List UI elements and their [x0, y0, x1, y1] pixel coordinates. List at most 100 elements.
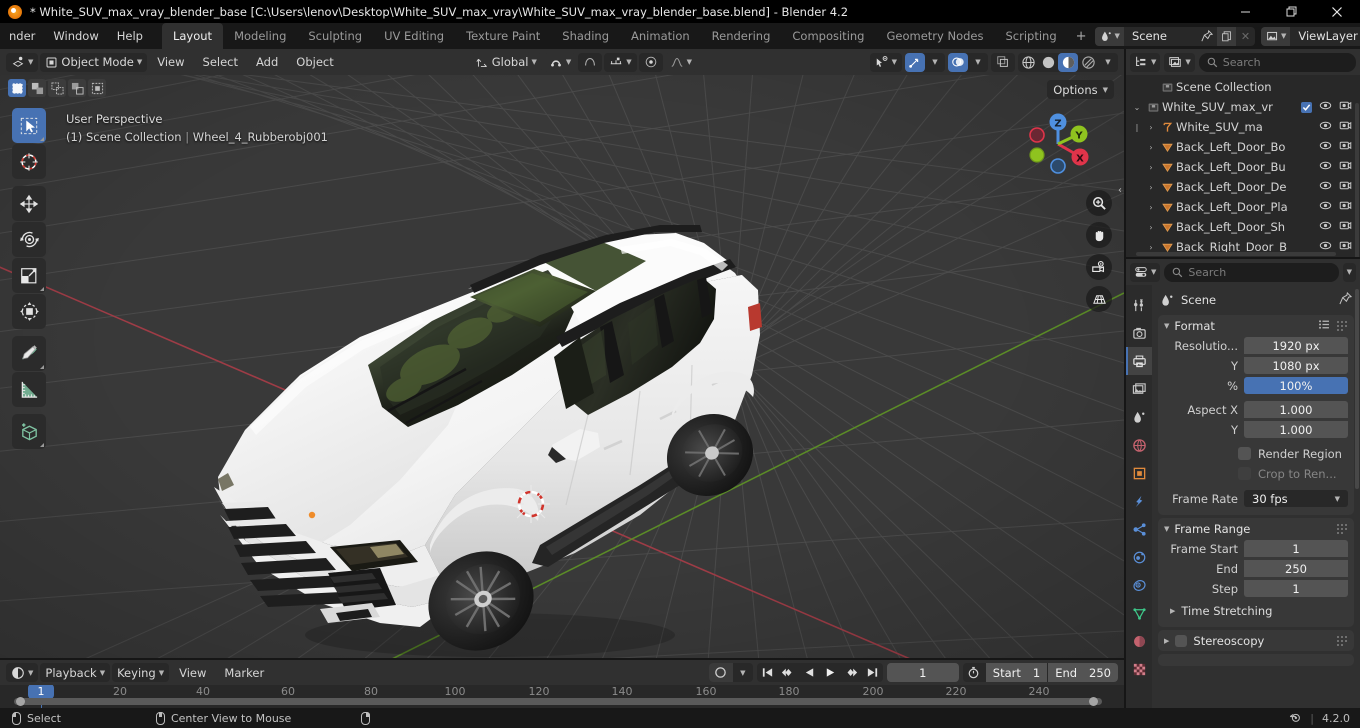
- properties-scrollbar[interactable]: [1355, 289, 1359, 489]
- visibility-eye-icon[interactable]: [1319, 199, 1332, 215]
- outliner-row-mesh[interactable]: › Back_Left_Door_De: [1126, 177, 1360, 197]
- tab-modifiers[interactable]: [1126, 487, 1152, 515]
- outliner-horizontal-scrollbar[interactable]: [1136, 252, 1336, 256]
- editor-type-button[interactable]: ▼: [6, 52, 39, 72]
- tool-add-cube[interactable]: [12, 414, 46, 449]
- outliner-row-white-suv-object[interactable]: | › White_SUV_ma: [1126, 117, 1360, 137]
- tab-geometry-nodes[interactable]: Geometry Nodes: [875, 26, 994, 47]
- tool-measure[interactable]: [12, 372, 46, 407]
- disclosure-triangle[interactable]: ›: [1144, 223, 1158, 232]
- shading-solid-button[interactable]: [1038, 53, 1058, 72]
- disclosure-triangle[interactable]: ⌄: [1130, 103, 1144, 112]
- jump-to-start-button[interactable]: [757, 663, 778, 682]
- tab-animation[interactable]: Animation: [620, 26, 701, 47]
- transform-orientation-selector[interactable]: Global ▼: [470, 52, 542, 72]
- tool-cursor[interactable]: [12, 144, 46, 179]
- tool-move[interactable]: [12, 186, 46, 221]
- render-camera-icon[interactable]: [1339, 119, 1352, 135]
- properties-options-button[interactable]: ▼: [1342, 262, 1356, 282]
- viewport-menu-select[interactable]: Select: [195, 49, 246, 75]
- render-camera-icon[interactable]: [1339, 159, 1352, 175]
- tab-texture-paint[interactable]: Texture Paint: [455, 26, 551, 47]
- pin-id-icon[interactable]: [1339, 291, 1353, 308]
- panel-drag-handle[interactable]: [1336, 635, 1348, 647]
- select-invert-button[interactable]: [68, 79, 86, 97]
- tab-render[interactable]: [1126, 319, 1152, 347]
- outliner-row-mesh[interactable]: › Back_Left_Door_Pla: [1126, 197, 1360, 217]
- tab-output[interactable]: [1126, 347, 1152, 375]
- navigation-gizmo[interactable]: Z Y X: [1022, 108, 1094, 180]
- tab-data[interactable]: [1126, 599, 1152, 627]
- viewport-menu-object[interactable]: Object: [288, 49, 341, 75]
- next-keyframe-button[interactable]: [841, 663, 862, 682]
- disclosure-triangle[interactable]: ›: [1144, 163, 1158, 172]
- tab-view-layer[interactable]: [1126, 375, 1152, 403]
- aspect-x-field[interactable]: 1.000: [1244, 401, 1348, 418]
- auto-keying-dropdown[interactable]: ▼: [733, 663, 753, 682]
- format-panel-header[interactable]: ▼ Format: [1158, 315, 1354, 336]
- outliner-editor-type-button[interactable]: ▼: [1130, 52, 1161, 72]
- area-divider-right-horizontal[interactable]: [1126, 257, 1360, 259]
- collection-checkbox[interactable]: [1301, 101, 1312, 113]
- playhead-frame-indicator[interactable]: 1: [28, 685, 54, 699]
- frame-end-field[interactable]: 250: [1244, 560, 1348, 577]
- overlays-toggle[interactable]: [948, 52, 968, 72]
- pin-scene-icon[interactable]: [1198, 27, 1217, 46]
- viewport-menu-view[interactable]: View: [149, 49, 192, 75]
- add-workspace-button[interactable]: +: [1068, 29, 1095, 44]
- tab-world[interactable]: [1126, 431, 1152, 459]
- unlink-scene-button[interactable]: ✕: [1236, 27, 1255, 46]
- stereoscopy-panel[interactable]: ▶ Stereoscopy: [1158, 630, 1354, 651]
- resolution-x-field[interactable]: 1920 px: [1244, 337, 1348, 354]
- frame-range-panel-header[interactable]: ▼ Frame Range: [1158, 518, 1354, 539]
- suv-3d-model[interactable]: [0, 75, 1124, 660]
- panel-drag-handle[interactable]: [1336, 523, 1348, 535]
- snap-increment-button[interactable]: ▼: [604, 52, 637, 72]
- sidebar-collapse-arrow-icon[interactable]: ‹: [1118, 185, 1122, 196]
- scrollbar-left-handle[interactable]: [16, 697, 25, 706]
- disclosure-triangle[interactable]: ›: [1144, 243, 1158, 252]
- visibility-eye-icon[interactable]: [1319, 159, 1332, 175]
- object-mode-selector[interactable]: Object Mode ▼: [40, 52, 148, 72]
- end-frame-field[interactable]: End 250: [1048, 663, 1118, 682]
- viewlayer-icon[interactable]: ▼: [1260, 26, 1291, 46]
- visibility-eye-icon[interactable]: [1319, 219, 1332, 235]
- menu-blender[interactable]: nder: [0, 23, 44, 49]
- shading-rendered-button[interactable]: [1078, 53, 1098, 72]
- viewlayer-name[interactable]: ViewLayer: [1290, 29, 1360, 43]
- render-camera-icon[interactable]: [1339, 219, 1352, 235]
- scene-name[interactable]: Scene: [1124, 29, 1198, 43]
- proportional-falloff-button[interactable]: [638, 52, 663, 72]
- auto-keying-toggle[interactable]: [708, 663, 733, 682]
- aspect-y-field[interactable]: 1.000: [1244, 421, 1348, 438]
- shading-dropdown[interactable]: ▼: [1098, 53, 1118, 72]
- tool-annotate[interactable]: [12, 336, 46, 371]
- tool-scale[interactable]: [12, 258, 46, 293]
- scene-icon[interactable]: ▼: [1094, 26, 1124, 46]
- tool-transform[interactable]: [12, 294, 46, 329]
- outliner-row-mesh[interactable]: › Back_Left_Door_Bu: [1126, 157, 1360, 177]
- timeline-menu-view[interactable]: View: [171, 660, 214, 686]
- stereoscopy-checkbox[interactable]: [1175, 634, 1188, 647]
- tab-physics[interactable]: [1126, 543, 1152, 571]
- outliner-tree[interactable]: Scene Collection ⌄ White_SUV_max_vr | › …: [1126, 75, 1360, 273]
- timeline-ruler[interactable]: 20 40 60 80 100 120 140 160 180 200 220 …: [0, 685, 1124, 708]
- render-camera-icon[interactable]: [1339, 199, 1352, 215]
- outliner-search-input[interactable]: Search: [1198, 52, 1356, 72]
- frame-start-field[interactable]: 1: [1244, 540, 1348, 557]
- timeline-menu-keying[interactable]: Keying ▼: [112, 663, 170, 682]
- render-camera-icon[interactable]: [1339, 99, 1352, 115]
- viewport-menu-add[interactable]: Add: [248, 49, 286, 75]
- gizmos-toggle[interactable]: [905, 52, 925, 72]
- outliner-row-white-suv-collection[interactable]: ⌄ White_SUV_max_vr: [1126, 97, 1360, 117]
- tool-tweak-select-box[interactable]: [12, 108, 46, 143]
- tab-modeling[interactable]: Modeling: [223, 26, 297, 47]
- tab-constraints[interactable]: [1126, 571, 1152, 599]
- viewlayer-selector[interactable]: ▼ ViewLayer ✕: [1260, 26, 1360, 46]
- resolution-percent-field[interactable]: 100%: [1244, 377, 1348, 394]
- overlays-dropdown[interactable]: ▼: [968, 53, 988, 72]
- visibility-eye-icon[interactable]: [1319, 119, 1332, 135]
- viewport-options-button[interactable]: Options ▼: [1047, 80, 1114, 99]
- tab-layout[interactable]: Layout: [161, 23, 224, 49]
- outliner-row-mesh[interactable]: › Back_Left_Door_Bo: [1126, 137, 1360, 157]
